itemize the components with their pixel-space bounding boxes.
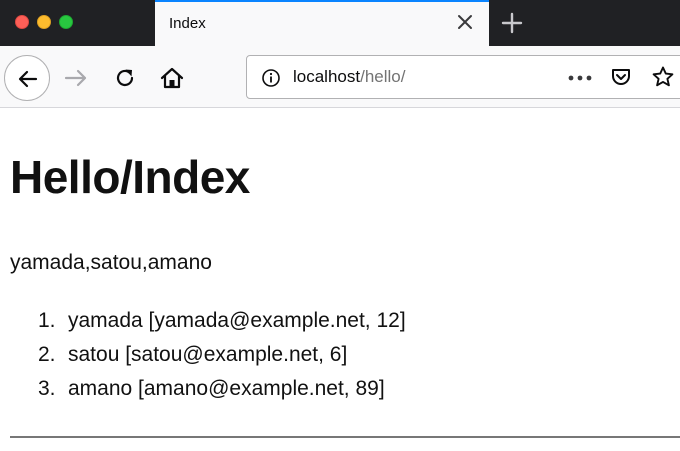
page-content: Hello/Index yamada,satou,amano 1. yamada … bbox=[0, 108, 680, 451]
user-list: 1. yamada [yamada@example.net, 12] 2. sato… bbox=[38, 309, 406, 411]
back-button[interactable] bbox=[4, 55, 50, 101]
window-minimize-button[interactable] bbox=[37, 15, 51, 29]
star-icon[interactable] bbox=[651, 65, 675, 89]
url-path: /hello/ bbox=[360, 67, 406, 86]
more-horizontal-icon[interactable] bbox=[567, 68, 593, 88]
close-icon[interactable] bbox=[455, 12, 475, 32]
list-item: 3. amano [amano@example.net, 89] bbox=[38, 377, 406, 411]
nav-toolbar: localhost/hello/ bbox=[0, 46, 680, 108]
url-host: localhost bbox=[293, 67, 361, 86]
horizontal-rule bbox=[10, 436, 680, 438]
home-icon[interactable] bbox=[158, 64, 186, 92]
tab-bar: Index bbox=[0, 0, 680, 46]
window-close-button[interactable] bbox=[15, 15, 29, 29]
list-item: 2. satou [satou@example.net, 6] bbox=[38, 343, 406, 377]
plus-icon[interactable] bbox=[500, 11, 524, 35]
window-zoom-button[interactable] bbox=[59, 15, 73, 29]
tab-title: Index bbox=[169, 15, 206, 32]
page-title: Hello/Index bbox=[10, 151, 250, 203]
list-item-number: 1. bbox=[38, 309, 56, 332]
list-item-number: 2. bbox=[38, 343, 56, 366]
tab-index[interactable]: Index bbox=[155, 0, 489, 46]
pocket-icon[interactable] bbox=[610, 66, 632, 88]
reload-icon[interactable] bbox=[111, 64, 139, 92]
names-line: yamada,satou,amano bbox=[10, 251, 212, 274]
list-item-number: 3. bbox=[38, 377, 56, 400]
arrow-right-icon[interactable] bbox=[62, 64, 90, 92]
list-item-text: yamada [yamada@example.net, 12] bbox=[68, 309, 406, 332]
list-item-text: satou [satou@example.net, 6] bbox=[68, 343, 348, 366]
url-text[interactable]: localhost/hello/ bbox=[293, 67, 405, 87]
arrow-left-icon bbox=[18, 70, 38, 88]
info-icon[interactable] bbox=[261, 68, 281, 88]
list-item-text: amano [amano@example.net, 89] bbox=[68, 377, 385, 400]
url-bar[interactable]: localhost/hello/ bbox=[246, 55, 680, 99]
list-item: 1. yamada [yamada@example.net, 12] bbox=[38, 309, 406, 343]
